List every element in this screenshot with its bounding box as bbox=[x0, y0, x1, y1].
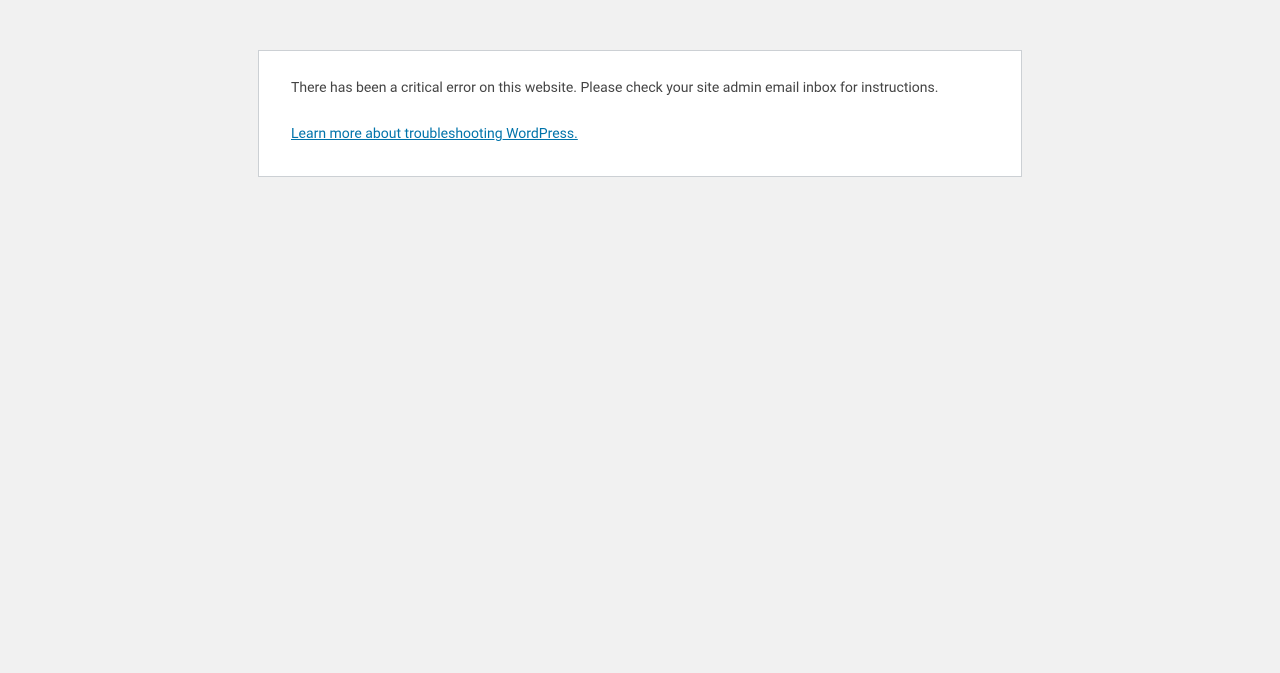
error-dialog: There has been a critical error on this … bbox=[258, 50, 1022, 177]
error-message: There has been a critical error on this … bbox=[291, 77, 989, 99]
troubleshooting-link[interactable]: Learn more about troubleshooting WordPre… bbox=[291, 126, 578, 142]
